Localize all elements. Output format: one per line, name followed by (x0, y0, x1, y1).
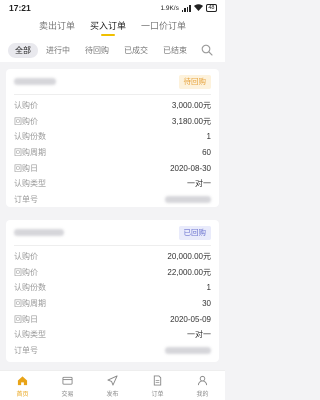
battery-icon: 48 (205, 4, 217, 12)
nav-publish[interactable]: 发布 (90, 371, 135, 400)
order-row: 认购份数 1 (14, 129, 211, 145)
status-indicators: 1.9K/s 48 (160, 3, 217, 13)
send-icon (107, 375, 118, 386)
document-icon (153, 375, 162, 386)
row-label: 认购类型 (14, 330, 46, 340)
order-row: 回购日 2020-05-09 (14, 311, 211, 327)
tab-fixed-price-orders[interactable]: 一口价订单 (141, 20, 186, 38)
wallet-icon (62, 376, 73, 385)
row-value: 22,000.00元 (167, 267, 211, 277)
nav-profile[interactable]: 我的 (180, 371, 225, 400)
masked-username (14, 78, 56, 85)
order-type-tabs: 卖出订单 买入订单 一口价订单 (0, 16, 225, 38)
filter-in-progress[interactable]: 进行中 (39, 43, 77, 58)
order-row: 认购份数 1 (14, 280, 211, 296)
bottom-tab-bar: 首页 交易 发布 订单 我的 (0, 370, 225, 400)
row-label: 回购周期 (14, 299, 46, 309)
network-speed: 1.9K/s (160, 4, 179, 12)
status-badge: 待回购 (178, 74, 211, 89)
nav-home[interactable]: 首页 (0, 371, 45, 400)
row-value: 1 (206, 132, 211, 142)
nav-label: 订单 (151, 392, 164, 398)
filter-completed[interactable]: 已成交 (117, 43, 155, 58)
nav-label: 首页 (16, 392, 29, 398)
row-label: 认购份数 (14, 283, 46, 293)
order-card[interactable]: 待回购 认购价 3,000.00元 回购价 3,180.00元 认购份数 1 回购周期… (6, 69, 219, 207)
filter-pending-buyback[interactable]: 待回购 (78, 43, 116, 58)
nav-trade[interactable]: 交易 (45, 371, 90, 400)
row-label: 认购价 (14, 101, 38, 111)
row-label: 认购类型 (14, 179, 46, 189)
user-icon (197, 375, 208, 386)
order-row: 认购类型 一对一 (14, 176, 211, 192)
order-row: 回购价 3,180.00元 (14, 114, 211, 130)
row-value: 一对一 (187, 330, 211, 340)
row-label: 回购周期 (14, 148, 46, 158)
status-bar: 17:21 1.9K/s 48 (0, 0, 225, 16)
order-row: 认购类型 一对一 (14, 327, 211, 343)
row-value: 60 (202, 148, 211, 158)
row-label: 订单号 (14, 194, 38, 204)
status-time: 17:21 (9, 3, 31, 13)
row-label: 认购价 (14, 252, 38, 262)
order-card-header: 待回购 (14, 69, 211, 95)
row-label: 回购日 (14, 314, 38, 324)
order-row: 订单号 (14, 343, 211, 359)
nav-label: 交易 (61, 392, 74, 398)
order-row: 回购日 2020-08-30 (14, 160, 211, 176)
order-row: 订单号 (14, 192, 211, 208)
order-card[interactable]: 已回购 认购价 20,000.00元 回购价 22,000.00元 认购份数 1 回购… (6, 220, 219, 362)
row-label: 订单号 (14, 345, 38, 355)
filter-all[interactable]: 全部 (8, 42, 38, 58)
row-label: 认购份数 (14, 132, 46, 142)
order-row: 回购周期 60 (14, 145, 211, 161)
status-badge: 已回购 (178, 225, 211, 240)
row-value: 20,000.00元 (167, 252, 211, 262)
order-card-header: 已回购 (14, 220, 211, 246)
row-value: 30 (202, 299, 211, 309)
tab-sell-orders[interactable]: 卖出订单 (39, 20, 75, 38)
tab-buy-orders[interactable]: 买入订单 (90, 20, 126, 38)
order-row: 认购价 20,000.00元 (14, 249, 211, 265)
signal-icon (181, 4, 191, 12)
row-value: 3,000.00元 (171, 101, 211, 111)
row-value: 2020-08-30 (170, 163, 211, 173)
filter-bar: 全部 进行中 待回购 已成交 已结束 (0, 38, 225, 62)
row-value: 1 (206, 283, 211, 293)
row-label: 回购日 (14, 163, 38, 173)
nav-label: 发布 (106, 392, 119, 398)
order-row: 认购价 3,000.00元 (14, 98, 211, 114)
search-icon[interactable] (201, 44, 213, 56)
filter-ended[interactable]: 已结束 (156, 43, 194, 58)
row-label: 回购价 (14, 116, 38, 126)
masked-username (14, 229, 64, 236)
row-value: 一对一 (187, 179, 211, 189)
nav-orders[interactable]: 订单 (135, 371, 180, 400)
masked-order-number (165, 346, 211, 354)
masked-order-number (165, 195, 211, 203)
order-row: 回购价 22,000.00元 (14, 265, 211, 281)
order-row: 回购周期 30 (14, 296, 211, 312)
row-value: 3,180.00元 (171, 116, 211, 126)
wifi-icon (193, 3, 203, 13)
row-label: 回购价 (14, 267, 38, 277)
row-value: 2020-05-09 (170, 314, 211, 324)
home-icon (17, 376, 28, 386)
nav-label: 我的 (196, 392, 209, 398)
